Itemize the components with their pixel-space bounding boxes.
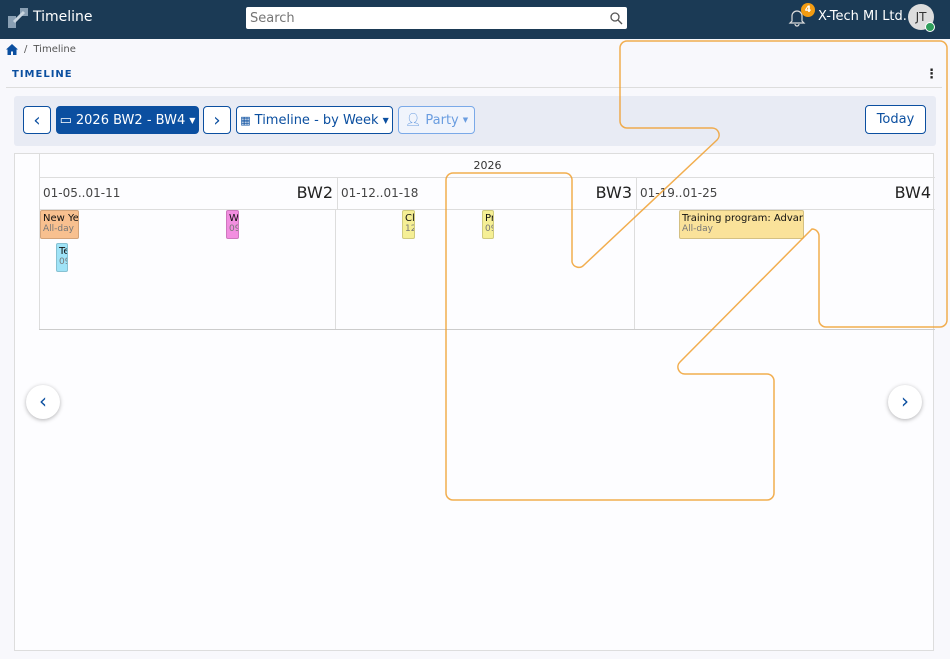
event-title: Training program: Advanced xyxy=(682,213,803,224)
event-title: Pr xyxy=(485,213,494,224)
week-header-bw4: 01-19..01-25 BW4 xyxy=(636,178,935,210)
scroll-prev-button[interactable]: ‹ xyxy=(26,385,60,419)
next-range-button[interactable]: › xyxy=(203,106,231,134)
week-header-bw2: 01-05..01-11 BW2 xyxy=(39,178,337,210)
organization-name[interactable]: X-Tech MI Ltd. xyxy=(818,9,907,24)
event-te[interactable]: Te09 xyxy=(56,243,68,272)
week-column xyxy=(634,210,635,330)
prev-range-button[interactable]: ‹ xyxy=(23,106,51,134)
week-label: BW4 xyxy=(894,183,931,202)
breadcrumb-current: Timeline xyxy=(33,44,76,55)
year-header: 2026 xyxy=(39,154,935,178)
party-label: Party xyxy=(425,112,459,128)
event-w[interactable]: W09 xyxy=(226,210,239,239)
caret-down-icon: ▼ xyxy=(462,116,469,124)
event-new-year[interactable]: New YearAll-day xyxy=(40,210,79,239)
timeline-calendar: 2026 01-05..01-11 BW2 01-12..01-18 BW3 01-… xyxy=(14,153,935,651)
grid-icon: ▦ xyxy=(240,113,251,127)
date-range-dropdown[interactable]: ▭ 2026 BW2 - BW4 ▼ xyxy=(56,106,199,134)
row-divider xyxy=(39,329,935,330)
week-header-bw3: 01-12..01-18 BW3 xyxy=(337,178,636,210)
more-options-icon[interactable]: ⋮ xyxy=(925,67,938,82)
week-column xyxy=(335,210,336,330)
event-title: New Year xyxy=(43,213,79,224)
view-label: Timeline - by Week xyxy=(254,112,379,128)
breadcrumb-separator: / xyxy=(24,44,28,55)
week-label: BW2 xyxy=(296,183,333,202)
event-title: Cl xyxy=(405,213,415,224)
scroll-next-button[interactable]: › xyxy=(888,385,922,419)
home-icon[interactable] xyxy=(6,44,18,55)
app-title: Timeline xyxy=(33,9,93,25)
week-dates: 01-05..01-11 xyxy=(43,186,121,200)
search-icon[interactable] xyxy=(609,11,623,25)
top-bar: Timeline 4 X-Tech MI Ltd. JT xyxy=(0,0,950,39)
page-title: TIMELINE xyxy=(12,69,73,80)
date-range-label: 2026 BW2 - BW4 xyxy=(75,112,186,128)
event-time: 09 xyxy=(485,224,493,234)
app-logo-icon[interactable] xyxy=(8,8,28,28)
caret-down-icon: ▼ xyxy=(382,115,389,125)
today-button[interactable]: Today xyxy=(865,105,926,134)
week-label: BW3 xyxy=(595,183,632,202)
week-dates: 01-12..01-18 xyxy=(341,186,419,200)
event-time: 09 xyxy=(59,257,67,267)
week-dates: 01-19..01-25 xyxy=(640,186,718,200)
party-filter-dropdown[interactable]: 👤︎ Party ▼ xyxy=(398,106,475,134)
calendar-icon: ▭ xyxy=(59,112,72,128)
event-time: All-day xyxy=(43,224,74,234)
status-online-icon xyxy=(925,22,935,32)
event-title: Te xyxy=(59,246,67,257)
search-input[interactable] xyxy=(246,7,627,29)
event-pr[interactable]: Pr09 xyxy=(482,210,494,239)
caret-down-icon: ▼ xyxy=(189,115,196,125)
event-title: W xyxy=(229,213,239,224)
divider xyxy=(6,87,942,88)
event-time: All-day xyxy=(682,224,713,234)
event-cl[interactable]: Cl12 xyxy=(402,210,415,239)
breadcrumb: / Timeline xyxy=(6,44,76,55)
notification-badge: 4 xyxy=(801,3,815,17)
view-dropdown[interactable]: ▦ Timeline - by Week ▼ xyxy=(236,106,393,134)
person-icon: 👤︎ xyxy=(404,112,422,128)
event-time: 12 xyxy=(405,224,414,234)
event-training-program[interactable]: Training program: AdvancedAll-day xyxy=(679,210,804,239)
event-time: 09 xyxy=(229,224,238,234)
